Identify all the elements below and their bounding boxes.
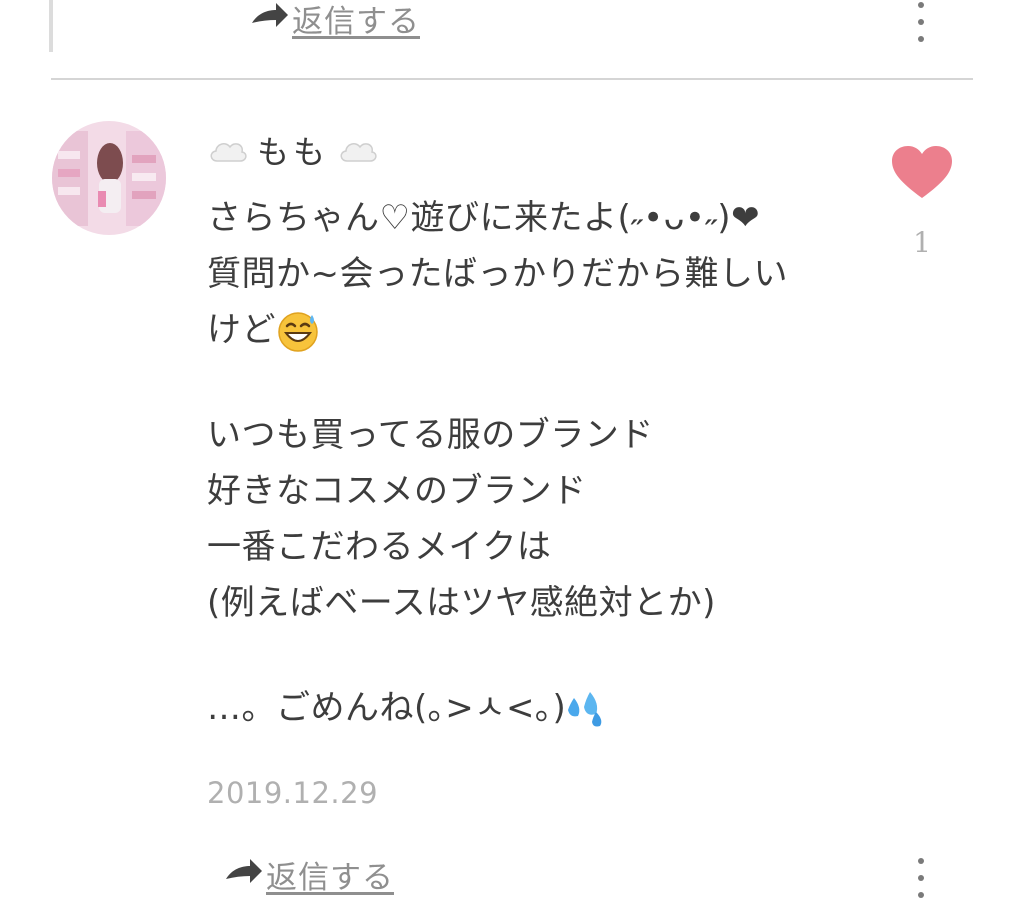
username-row: もも — [207, 128, 379, 172]
kebab-menu-icon[interactable] — [916, 858, 926, 898]
comment-body: さらちゃん♡遊びに来たよ(˶•ᴗ•˶)❤ 質問か~会ったばっかりだから難しい け… — [207, 190, 847, 736]
comment-line: さらちゃん♡遊びに来たよ(˶•ᴗ•˶)❤ — [207, 198, 761, 238]
reply-link[interactable]: 返信する — [224, 852, 394, 896]
sweat-smile-emoji-icon — [278, 311, 318, 352]
comment-line: いつも買ってる服のブランド — [207, 415, 654, 455]
comment-line: 好きなコスメのブランド — [207, 471, 587, 511]
cloud-icon — [210, 143, 247, 162]
comment-line-text: …。ごめんね(｡>ㅅ<｡) — [207, 688, 567, 728]
like-button[interactable] — [889, 140, 955, 206]
cloud-icon — [340, 143, 377, 162]
reply-label[interactable]: 返信する — [292, 0, 420, 41]
thread-rule — [49, 0, 53, 52]
heart-icon — [892, 146, 952, 198]
reply-link-previous[interactable]: 返信する — [250, 0, 420, 40]
avatar-image — [52, 121, 166, 235]
reply-arrow-icon — [226, 859, 262, 883]
username[interactable]: もも — [257, 127, 329, 173]
comment-line: 一番こだわるメイクは — [207, 527, 552, 567]
comment-line-with-emoji: けど — [207, 302, 847, 358]
avatar[interactable] — [52, 121, 166, 235]
reply-label[interactable]: 返信する — [266, 852, 394, 897]
sweat-droplets-emoji-icon — [568, 691, 602, 726]
comment-date: 2019.12.29 — [207, 776, 379, 810]
comment-divider — [51, 78, 973, 80]
like-count: 1 — [913, 226, 931, 259]
comment-line: (例えばベースはツヤ感絶対とか) — [207, 583, 716, 623]
comment-line-with-emoji: …。ごめんね(｡>ㅅ<｡) — [207, 680, 847, 736]
comment-line: 質問か~会ったばっかりだから難しい — [207, 254, 788, 294]
reply-arrow-icon — [252, 3, 288, 27]
comment-line-text: けど — [207, 310, 276, 350]
kebab-menu-icon[interactable] — [916, 2, 926, 42]
